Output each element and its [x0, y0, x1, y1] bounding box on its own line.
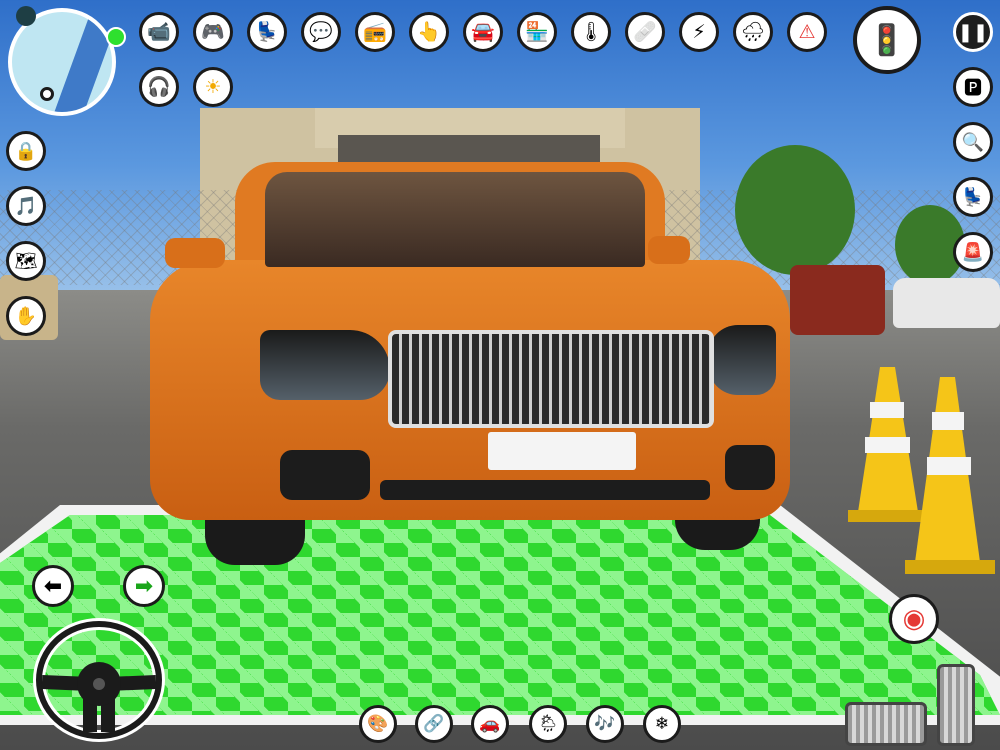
game-scene: 📹 🎮 💺 💬 📻 👆 🚘 🏪 🌡 🩹 ⚡ 🌧 ⚠ 🎧 ☀ 🚦 ❚❚ 🅿 🔍 💺… [0, 0, 1000, 750]
ac-icon: ❄ [654, 714, 670, 734]
parked-jeep [790, 265, 885, 335]
arrow-left-icon: ⬅ [43, 573, 63, 599]
handbrake-button[interactable]: ◉ [889, 594, 939, 644]
headlight-left [260, 330, 390, 400]
tow-button[interactable]: 🔗 [415, 705, 453, 743]
side-mirror-left [165, 238, 225, 268]
pause-icon: ❚❚ [957, 21, 989, 43]
shop-button[interactable]: 🏪 [517, 12, 557, 52]
player-marker-icon [40, 87, 54, 101]
steer-left-button[interactable]: ⬅ [32, 565, 74, 607]
lower-air-intake [380, 480, 710, 500]
music-player-button[interactable]: 🎶 [586, 705, 624, 743]
controls-button[interactable]: 🎮 [193, 12, 233, 52]
camera-view-button[interactable]: 📹 [139, 12, 179, 52]
messages-button[interactable]: 💬 [301, 12, 341, 52]
radio-button[interactable]: 📻 [355, 12, 395, 52]
seatbelt-button[interactable]: 💺 [247, 12, 287, 52]
traffic-light-icon: 🚦 [868, 22, 906, 58]
license-plate [488, 432, 636, 470]
interact-button[interactable]: 👆 [409, 12, 449, 52]
music-button[interactable]: 🎵 [6, 186, 46, 226]
temperature-button[interactable]: 🌡 [571, 12, 611, 52]
ac-button[interactable]: ❄ [643, 705, 681, 743]
thermometer-icon: 🌡 [578, 20, 604, 43]
daylight-button[interactable]: ☀ [193, 67, 233, 107]
fog-light-left [280, 450, 370, 500]
minimap-target-indicator [106, 27, 126, 47]
siren-button[interactable]: 🚨 [953, 232, 993, 272]
steering-wheel[interactable] [30, 612, 168, 742]
steer-right-button[interactable]: ➡ [123, 565, 165, 607]
radio-icon: 📻 [363, 20, 387, 43]
stop-hand-icon: ✋ [14, 305, 38, 327]
lightning-icon: ⚡ [692, 20, 706, 43]
weather-icon: 🌦 [537, 714, 559, 734]
first-aid-icon: 🩹 [633, 20, 657, 43]
brake-disc-icon: ◉ [902, 604, 926, 634]
car-wash-icon: 🚗 [479, 714, 501, 734]
side-mirror-right [648, 236, 690, 264]
brake-pedal[interactable] [845, 702, 927, 746]
traffic-light-button[interactable]: 🚦 [853, 6, 921, 74]
message-icon: 💬 [309, 20, 333, 43]
driver-seatbelt-button[interactable]: 💺 [953, 177, 993, 217]
car-door-icon: 🚘 [471, 20, 495, 43]
seatbelt-icon: 💺 [255, 20, 279, 43]
gamepad-icon: 🎮 [201, 20, 225, 43]
pause-button[interactable]: ❚❚ [953, 12, 993, 52]
color-wheel-icon: 🎨 [367, 714, 389, 734]
gas-pedal[interactable] [937, 664, 975, 746]
rain-cloud-icon: 🌧 [740, 20, 766, 43]
hazard-icon: ⚠ [798, 20, 816, 43]
zoom-icon: 🔍 [961, 131, 985, 153]
music-icon: 🎵 [14, 195, 38, 217]
sun-icon: ☀ [204, 75, 222, 98]
headset-icon: 🎧 [147, 75, 171, 98]
tree [735, 145, 855, 275]
car-grille [388, 330, 714, 428]
link-icon: 🔗 [423, 714, 445, 734]
minimap-north-indicator [16, 6, 36, 26]
hand-icon: 👆 [417, 20, 441, 43]
fog-light-right [725, 445, 775, 490]
paint-button[interactable]: 🎨 [359, 705, 397, 743]
traffic-cones [848, 367, 995, 574]
parked-sedan [893, 278, 1000, 328]
arrow-right-icon: ➡ [134, 573, 154, 599]
map-button[interactable]: 🗺 [6, 241, 46, 281]
door-button[interactable]: 🚘 [463, 12, 503, 52]
headlight-right [708, 325, 776, 395]
zoom-button[interactable]: 🔍 [953, 122, 993, 162]
lock-button[interactable]: 🔒 [6, 131, 46, 171]
siren-icon: 🚨 [961, 241, 985, 263]
lock-icon: 🔒 [14, 140, 38, 162]
car-wash-button[interactable]: 🚗 [471, 705, 509, 743]
hazard-button[interactable]: ⚠ [787, 12, 827, 52]
weather-toggle-button[interactable]: 🌦 [529, 705, 567, 743]
shop-icon: 🏪 [525, 20, 549, 43]
park-button[interactable]: 🅿 [953, 67, 993, 107]
stop-button[interactable]: ✋ [6, 296, 46, 336]
headset-button[interactable]: 🎧 [139, 67, 179, 107]
music-note-icon: 🎶 [594, 714, 616, 734]
parking-icon: 🅿 [964, 78, 982, 99]
camera-icon: 📹 [147, 20, 171, 43]
car-windshield [265, 172, 645, 267]
weather-button[interactable]: 🌧 [733, 12, 773, 52]
nitro-button[interactable]: ⚡ [679, 12, 719, 52]
map-icon: 🗺 [14, 250, 38, 272]
first-aid-button[interactable]: 🩹 [625, 12, 665, 52]
seatbelt-icon: 💺 [961, 186, 985, 208]
